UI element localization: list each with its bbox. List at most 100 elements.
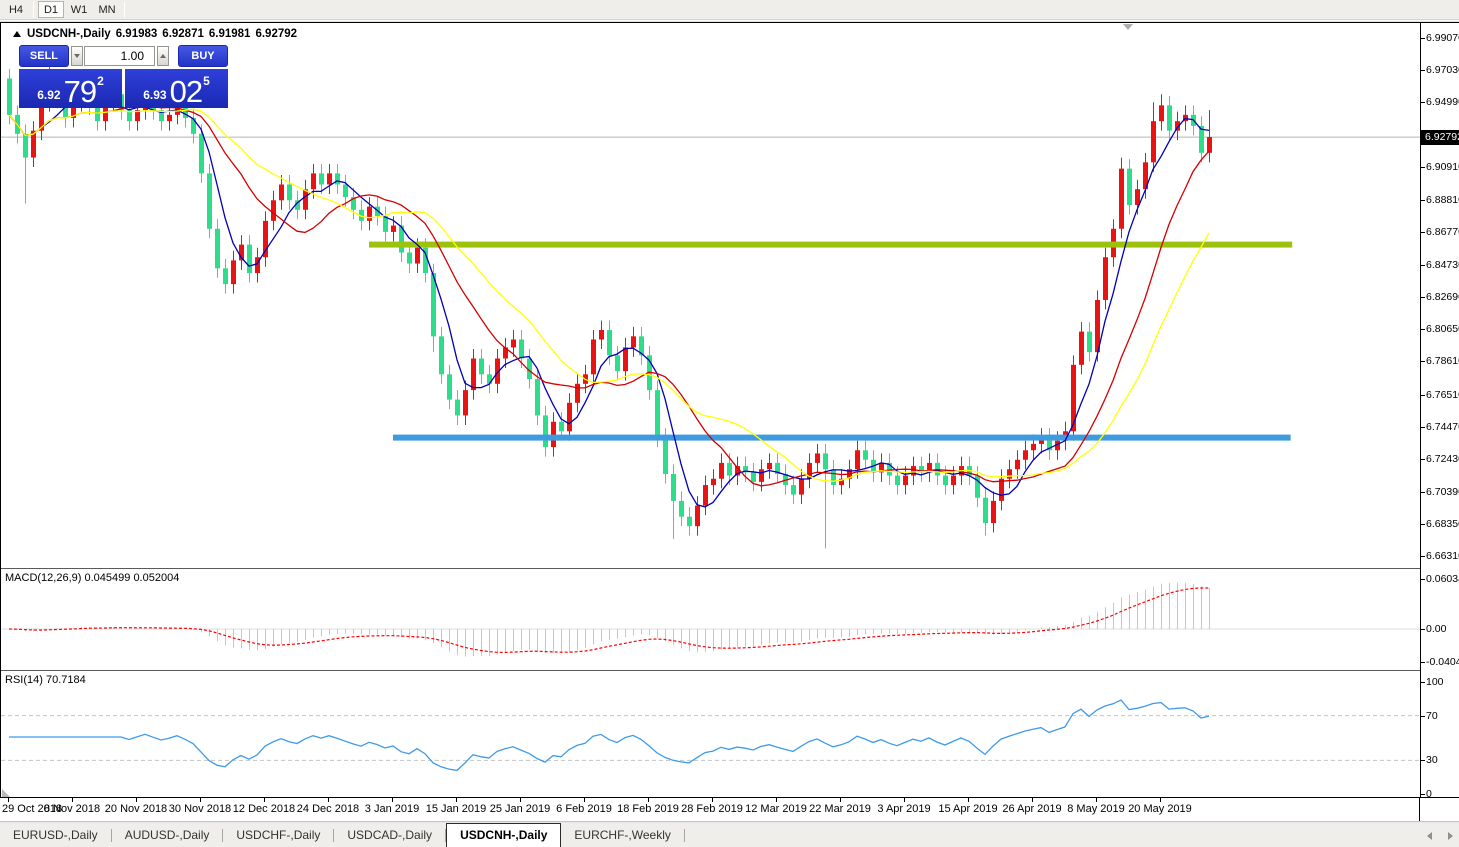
axis-tick <box>1421 715 1425 717</box>
tab-usdcnh-daily[interactable]: USDCNH-,Daily <box>446 823 562 847</box>
macd-axis-label: 0.00 <box>1426 623 1447 635</box>
history-corner-icon <box>2 789 10 797</box>
timeframe-button-mn[interactable]: MN <box>94 1 120 18</box>
chart-shift-icon[interactable] <box>1123 24 1133 30</box>
date-label: 3 Apr 2019 <box>877 803 931 815</box>
chevron-down-icon <box>73 54 80 58</box>
date-tick <box>712 798 713 802</box>
rsi-panel-canvas[interactable] <box>1 671 1420 798</box>
date-tick <box>456 798 457 802</box>
buy-button[interactable]: BUY <box>178 45 228 67</box>
date-tick <box>968 798 969 802</box>
sell-price-sup: 2 <box>97 74 104 88</box>
date-tick <box>328 798 329 802</box>
price-axis-label: 6.86770 <box>1426 226 1459 239</box>
rsi-axis-label: 100 <box>1426 676 1444 688</box>
date-tick <box>520 798 521 802</box>
date-label: 12 Mar 2019 <box>745 803 807 815</box>
chart-tab-bar: EURUSD-,Daily AUDUSD-,Daily USDCHF-,Daily U… <box>0 823 1459 847</box>
scroll-left-icon[interactable] <box>1427 832 1432 840</box>
date-label: 15 Apr 2019 <box>938 803 998 815</box>
axis-tick <box>1421 361 1425 363</box>
axis-tick <box>1421 296 1425 298</box>
tab-separator <box>683 829 685 842</box>
price-axis-label: 6.99070 <box>1426 31 1459 44</box>
symbol-title: USDCNH-,Daily <box>27 28 111 40</box>
axis-tick <box>1421 264 1425 266</box>
date-tick <box>264 798 265 802</box>
date-label: 6 Feb 2019 <box>556 803 612 815</box>
axis-tick <box>1421 426 1425 428</box>
tab-scroll-controls <box>1427 832 1453 840</box>
date-tick <box>136 798 137 802</box>
timeframe-toolbar: H4 D1 W1 MN <box>0 0 1459 20</box>
timeframe-button-d1[interactable]: D1 <box>38 1 64 18</box>
date-label: 26 Apr 2019 <box>1002 803 1062 815</box>
date-tick <box>584 798 585 802</box>
tab-usdcad-daily[interactable]: USDCAD-,Daily <box>334 825 445 847</box>
volume-increase-button[interactable] <box>157 46 170 66</box>
date-axis[interactable]: 29 Oct 2018 8 Nov 2018 20 Nov 2018 30 Nov 2… <box>0 797 1459 822</box>
rsi-axis-label: 70 <box>1426 709 1438 722</box>
price-axis-label: 6.88810 <box>1426 194 1459 207</box>
date-tick <box>72 798 73 802</box>
date-label: 22 Mar 2019 <box>809 803 871 815</box>
mt4-window: H4 D1 W1 MN USDCNH-,Daily 6.91983 6.92871 6.91… <box>0 0 1459 847</box>
tab-eurusd-daily[interactable]: EURUSD-,Daily <box>0 825 111 847</box>
current-price-tag: 6.92792 <box>1421 130 1459 146</box>
price-axis-label: 6.70390 <box>1426 485 1459 498</box>
date-tick <box>1096 798 1097 802</box>
axis-tick <box>1421 629 1425 630</box>
price-axis-label: 6.90910 <box>1426 160 1459 173</box>
open-value: 6.91983 <box>115 28 158 40</box>
buy-price-box[interactable]: 6.93 02 5 <box>125 69 228 108</box>
date-label: 8 May 2019 <box>1067 803 1125 815</box>
scroll-right-icon[interactable] <box>1448 832 1453 840</box>
tab-audusd-daily[interactable]: AUDUSD-,Daily <box>112 825 223 847</box>
axis-tick <box>1421 794 1425 795</box>
sell-button[interactable]: SELL <box>19 45 69 67</box>
macd-panel-canvas[interactable] <box>1 569 1420 670</box>
date-label: 20 Nov 2018 <box>104 803 168 815</box>
rsi-axis-label: 30 <box>1426 754 1438 767</box>
volume-input[interactable] <box>84 46 155 66</box>
axis-tick <box>1421 760 1425 762</box>
price-axis-label: 6.68350 <box>1426 517 1459 530</box>
tab-usdchf-daily[interactable]: USDCHF-,Daily <box>223 825 333 847</box>
date-label: 18 Feb 2019 <box>617 803 679 815</box>
axis-tick <box>1421 70 1425 72</box>
rsi-indicator-label: RSI(14) 70.7184 <box>5 674 86 686</box>
axis-tick <box>1421 329 1425 331</box>
date-tick <box>392 798 393 802</box>
date-tick <box>1032 798 1033 802</box>
date-label: 8 Nov 2018 <box>43 803 101 815</box>
price-axis[interactable]: 6.92792 6.99070 6.97030 6.94990 6.90910 6.88… <box>1420 23 1459 798</box>
chevron-up-icon <box>160 54 167 58</box>
chart-window: USDCNH-,Daily 6.91983 6.92871 6.91981 6.9279… <box>0 22 1459 798</box>
volume-decrease-button[interactable] <box>70 46 83 66</box>
toolbar-separator <box>33 1 34 18</box>
axis-tick <box>1421 459 1425 461</box>
price-axis-label: 6.84730 <box>1426 258 1459 271</box>
axis-tick <box>1421 682 1425 683</box>
axis-tick <box>1421 37 1425 39</box>
date-label: 25 Jan 2019 <box>489 803 551 815</box>
tab-eurchf-weekly[interactable]: EURCHF-,Weekly <box>561 825 683 847</box>
axis-tick <box>1421 166 1425 168</box>
timeframe-button-h4[interactable]: H4 <box>3 1 29 18</box>
axis-tick <box>1421 232 1425 234</box>
axis-tick <box>1421 523 1425 525</box>
axis-tick <box>1421 102 1425 104</box>
price-axis-label: 6.94990 <box>1426 96 1459 109</box>
one-click-trading-panel: SELL BUY 6.92 79 2 6.93 02 5 <box>19 45 228 108</box>
collapse-arrow-icon[interactable] <box>13 31 21 37</box>
date-tick <box>1160 798 1161 802</box>
axis-tick <box>1421 556 1425 558</box>
price-axis-label: 6.72430 <box>1426 453 1459 466</box>
axis-tick <box>1421 579 1425 580</box>
timeframe-button-w1[interactable]: W1 <box>66 1 92 18</box>
date-tick <box>200 798 201 802</box>
date-label: 3 Jan 2019 <box>364 803 420 815</box>
sell-price-box[interactable]: 6.92 79 2 <box>19 69 122 108</box>
price-axis-label: 6.74470 <box>1426 420 1459 433</box>
